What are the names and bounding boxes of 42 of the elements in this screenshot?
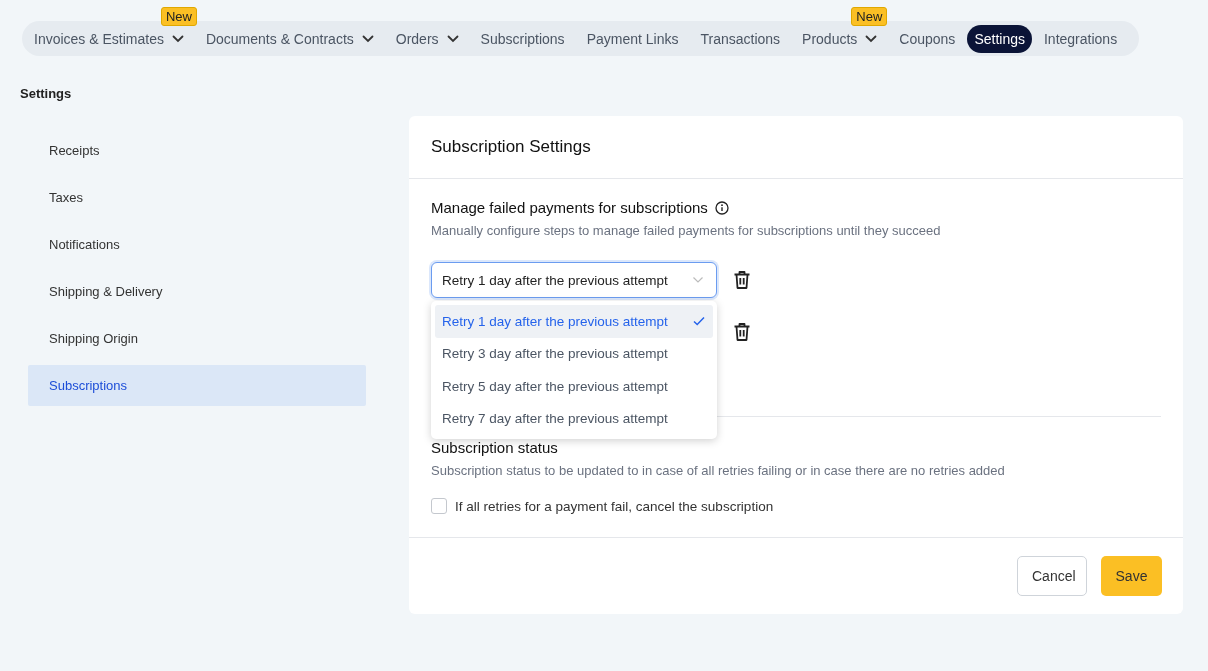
nav-tab[interactable]: Products (792, 24, 888, 53)
sidebar-item[interactable]: Notifications (28, 224, 366, 265)
nav-tab[interactable]: Coupons (889, 24, 966, 53)
checkbox[interactable] (431, 498, 447, 514)
section-title: Subscription status (431, 439, 559, 456)
nav-tab[interactable]: Subscriptions (470, 24, 575, 53)
dropdown-option[interactable]: Retry 3 day after the previous attempt (435, 337, 713, 370)
sidebar-item[interactable]: Receipts (28, 130, 366, 171)
sidebar-item[interactable]: Subscriptions (28, 365, 366, 406)
sidebar-item[interactable]: Shipping Origin (28, 318, 366, 359)
save-button[interactable]: Save (1101, 556, 1162, 596)
trash-icon (733, 322, 751, 342)
check-icon (693, 316, 705, 327)
page-title: Settings (19, 85, 73, 101)
sidebar-item[interactable]: Taxes (28, 177, 366, 218)
dropdown-option[interactable]: Retry 5 day after the previous attempt (435, 370, 713, 403)
card-title: Subscription Settings (431, 137, 591, 157)
new-badge: New (160, 6, 197, 26)
chevron-down-icon (171, 34, 184, 43)
chevron-down-icon (692, 276, 704, 284)
nav-tab[interactable]: Settings (967, 24, 1032, 53)
nav-tab[interactable]: Documents & Contracts (195, 24, 384, 53)
dropdown-option[interactable]: Retry 1 day after the previous attempt (435, 305, 713, 338)
chevron-down-icon (446, 34, 459, 43)
info-icon (714, 200, 729, 215)
new-badge: New (851, 6, 888, 26)
nav-tab[interactable]: Payment Links (576, 24, 689, 53)
nav-tab[interactable]: Invoices & Estimates (24, 24, 194, 53)
nav-tab[interactable]: Transactions (690, 24, 791, 53)
cancel-button[interactable]: Cancel (1017, 556, 1087, 596)
section-description: Manually configure steps to manage failed payments for subscriptions until they succeed (431, 223, 942, 238)
chevron-down-icon (865, 34, 878, 43)
nav-tab[interactable]: Integrations (1033, 24, 1128, 53)
section-description: Subscription status to be updated to in case of all retries failing or in case there are no retries added (431, 463, 1006, 478)
section-title: Manage failed payments for subscriptions (431, 199, 708, 216)
trash-icon (733, 270, 751, 290)
checkbox-label: If all retries for a payment fail, cancel the subscription (455, 498, 774, 514)
retry-select[interactable]: Retry 1 day after the previous attempt (431, 262, 717, 298)
sidebar-item[interactable]: Shipping & Delivery (28, 271, 366, 312)
dropdown-option[interactable]: Retry 7 day after the previous attempt (435, 402, 713, 435)
nav-tab[interactable]: Orders (385, 24, 469, 53)
chevron-down-icon (361, 34, 374, 43)
